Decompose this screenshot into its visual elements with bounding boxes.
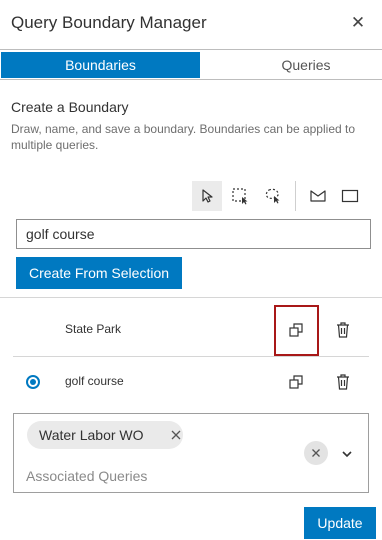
lasso-select-icon[interactable] — [258, 181, 288, 211]
tab-queries[interactable]: Queries — [206, 52, 382, 78]
tab-bar: Boundaries Queries — [0, 49, 382, 80]
create-from-selection-button[interactable]: Create From Selection — [16, 257, 182, 289]
chevron-down-icon[interactable] — [340, 447, 354, 461]
trash-icon[interactable] — [331, 370, 355, 394]
associated-queries-placeholder: Associated Queries — [26, 468, 148, 484]
tab-boundaries[interactable]: Boundaries — [1, 52, 200, 78]
toolbar-divider — [295, 181, 296, 211]
associated-queries-combobox[interactable]: Water Labor WO Associated Queries — [13, 413, 369, 493]
update-button[interactable]: Update — [304, 507, 376, 539]
panel-header: Query Boundary Manager ✕ — [0, 0, 382, 48]
close-icon[interactable]: ✕ — [350, 13, 366, 33]
panel-title: Query Boundary Manager — [11, 13, 207, 32]
boundary-radio-selected[interactable] — [26, 375, 40, 389]
row-divider — [13, 356, 369, 357]
boundary-name-golf-course: golf course — [65, 374, 124, 388]
create-boundary-heading: Create a Boundary — [11, 99, 129, 115]
cursor-select-icon[interactable] — [192, 181, 222, 211]
rectangle-draw-icon[interactable] — [335, 181, 365, 211]
query-chip[interactable]: Water Labor WO — [27, 421, 183, 449]
trash-icon[interactable] — [331, 318, 355, 342]
create-boundary-description: Draw, name, and save a boundary. Boundar… — [11, 122, 356, 152]
duplicate-icon[interactable] — [284, 318, 308, 342]
polygon-draw-icon[interactable] — [303, 181, 333, 211]
clear-icon[interactable] — [304, 441, 328, 465]
duplicate-icon[interactable] — [284, 370, 308, 394]
boundary-name-input[interactable] — [16, 219, 371, 249]
query-chip-label: Water Labor WO — [39, 427, 144, 443]
boundary-name-state-park: State Park — [65, 322, 122, 336]
rectangle-select-icon[interactable] — [225, 181, 255, 211]
section-divider — [0, 297, 382, 298]
chip-remove-icon[interactable] — [170, 429, 182, 441]
